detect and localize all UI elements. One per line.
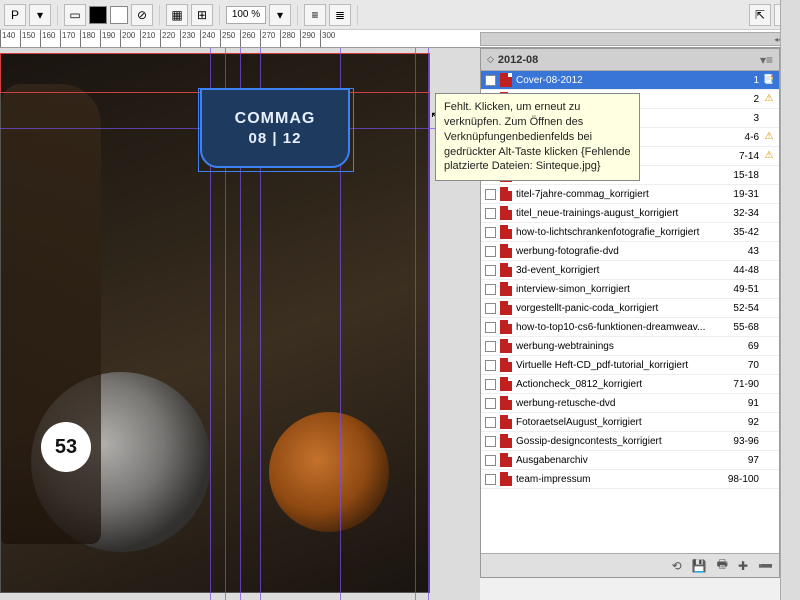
figure-shape	[1, 84, 101, 544]
tool-none[interactable]: ⊘	[131, 4, 153, 26]
canvas[interactable]: 53 COMMAG 08 | 12 ↖	[0, 48, 480, 600]
tool-char[interactable]: P	[4, 4, 26, 26]
badge-subtitle: 08 | 12	[249, 130, 302, 147]
ruler-tick: 250	[220, 30, 240, 47]
main-toolbar: P ▾ ▭ ⊘ ▦ ⊞ ▾ ≡ ≣ ⇱ ▾	[0, 0, 800, 30]
zoom-dropdown[interactable]: ▾	[269, 4, 291, 26]
ruler-tick: 160	[40, 30, 60, 47]
ruler-tick: 230	[180, 30, 200, 47]
ruler-tick: 260	[240, 30, 260, 47]
workspace: 53 COMMAG 08 | 12 ↖	[0, 48, 800, 600]
ruler-tick: 210	[140, 30, 160, 47]
zoom-input[interactable]	[226, 6, 266, 24]
align-left[interactable]: ≡	[304, 4, 326, 26]
missing-link-tooltip: Fehlt. Klicken, um erneut zu verknüpfen.…	[435, 93, 640, 181]
stroke-swatch[interactable]	[110, 6, 128, 24]
ruler-tick: 290	[300, 30, 320, 47]
tool-arrange[interactable]: ▦	[166, 4, 188, 26]
tool-dropdown[interactable]: ▾	[29, 4, 51, 26]
align-center[interactable]: ≣	[329, 4, 351, 26]
ruler-tick: 180	[80, 30, 100, 47]
ruler-tick: 170	[60, 30, 80, 47]
ruler-tick: 200	[120, 30, 140, 47]
tool-stroke[interactable]: ▭	[64, 4, 86, 26]
bike-number-badge: 53	[41, 422, 91, 472]
ruler-tick: 280	[280, 30, 300, 47]
ruler-tick: 190	[100, 30, 120, 47]
ruler-tick: 140	[0, 30, 20, 47]
ruler-tick: 150	[20, 30, 40, 47]
ruler-tick: 220	[160, 30, 180, 47]
fill-swatch[interactable]	[89, 6, 107, 24]
tool-grid[interactable]: ⊞	[191, 4, 213, 26]
collapsed-panel-strip[interactable]	[780, 0, 800, 600]
cover-badge[interactable]: COMMAG 08 | 12	[200, 88, 350, 168]
badge-title: COMMAG	[235, 110, 316, 128]
panel-dock-strip[interactable]: ◂◂ ✕	[480, 32, 800, 46]
screen-mode[interactable]: ⇱	[749, 4, 771, 26]
ruler-tick: 270	[260, 30, 280, 47]
ruler-tick: 240	[200, 30, 220, 47]
ruler-tick: 300	[320, 30, 340, 47]
